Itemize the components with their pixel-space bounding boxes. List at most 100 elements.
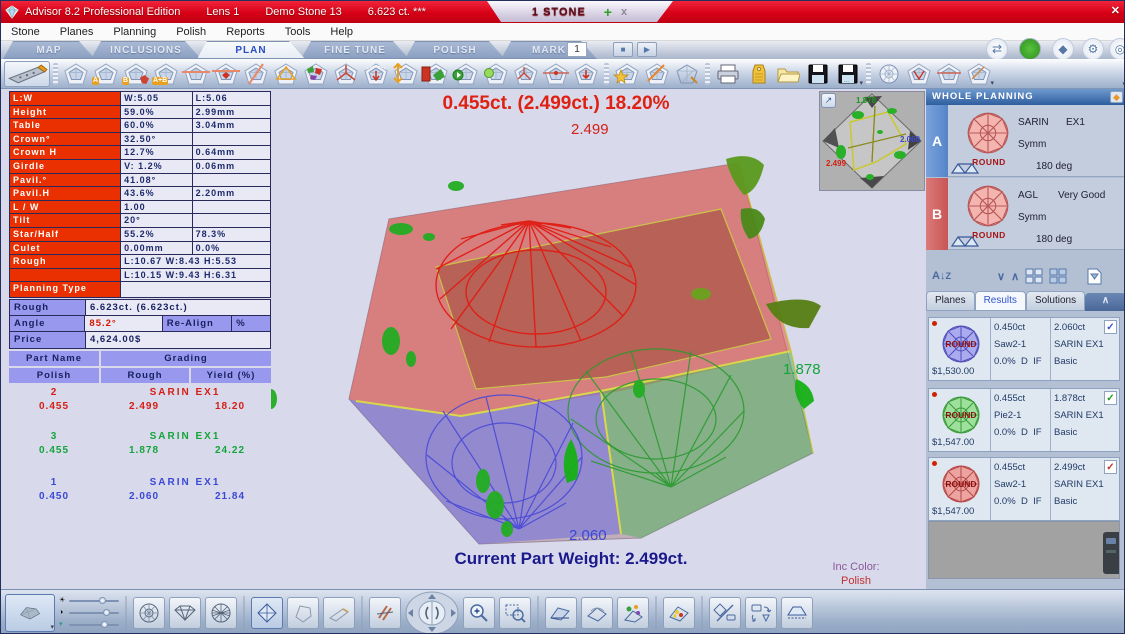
status-indicator-icon[interactable] bbox=[1019, 38, 1041, 60]
inclusions-map-icon[interactable] bbox=[301, 61, 331, 87]
planning-row-b[interactable]: B ROUND AGL Very Good Symm 180 deg bbox=[926, 178, 1125, 250]
part-row-1[interactable]: 1SARIN EX1 0.4502.06021.84 bbox=[9, 477, 271, 502]
zoom-region-button[interactable] bbox=[499, 597, 531, 629]
tab-polish[interactable]: POLISH bbox=[405, 41, 505, 59]
pavilion-down-icon[interactable] bbox=[904, 61, 934, 87]
degrees[interactable]: 180 deg bbox=[1036, 234, 1072, 245]
stop-button[interactable]: ■ bbox=[613, 42, 633, 57]
price-tag-icon[interactable] bbox=[743, 61, 773, 87]
grade[interactable]: EX1 bbox=[1066, 117, 1085, 128]
flag-check-icon[interactable]: ✓ bbox=[1104, 460, 1117, 474]
open-folder-icon[interactable] bbox=[773, 61, 803, 87]
rough-photo-inset[interactable]: 1.878 2.060 2.499 ↗ bbox=[819, 91, 925, 191]
zoom-in-button[interactable] bbox=[463, 597, 495, 629]
menu-stone[interactable]: Stone bbox=[1, 26, 50, 38]
window-close-icon[interactable]: ✕ bbox=[1111, 4, 1120, 17]
saw-plane-diagonal-icon[interactable] bbox=[241, 61, 271, 87]
chevron-up-icon[interactable]: ∧ bbox=[1011, 270, 1019, 283]
tab-inclusions[interactable]: INCLUSIONS bbox=[91, 41, 201, 59]
show-rough-button[interactable] bbox=[287, 597, 319, 629]
plan-tool-a-plus-b-icon[interactable]: A+B bbox=[151, 61, 181, 87]
add-stone-icon[interactable]: + bbox=[604, 4, 613, 20]
drop-mark-icon[interactable] bbox=[571, 61, 601, 87]
multi-select-icon[interactable] bbox=[1025, 268, 1043, 284]
rotate-sphere-icon[interactable]: ◎ bbox=[1109, 38, 1125, 60]
rotate-plan-icon[interactable]: ▾ bbox=[964, 61, 994, 87]
print-icon[interactable] bbox=[713, 61, 743, 87]
page-number-field[interactable]: 1 bbox=[567, 42, 587, 57]
symmetry[interactable]: Symm bbox=[1018, 139, 1046, 150]
crown-view-button[interactable] bbox=[169, 597, 201, 629]
tab-solutions[interactable]: Solutions bbox=[1026, 291, 1085, 311]
play-button[interactable]: ▶ bbox=[637, 42, 657, 57]
toolbar-handle[interactable] bbox=[866, 63, 871, 85]
show-saw-button[interactable] bbox=[323, 597, 355, 629]
show-plan-button[interactable] bbox=[251, 597, 283, 629]
measure-slash-icon[interactable] bbox=[642, 61, 672, 87]
save-as-icon[interactable]: ...▾ bbox=[833, 61, 863, 87]
grade[interactable]: Very Good bbox=[1058, 190, 1105, 201]
toolbar-handle[interactable] bbox=[604, 63, 609, 85]
yield-percent-button[interactable] bbox=[709, 597, 741, 629]
stone-3d-view[interactable]: 0.455ct. (2.499ct.) 18.20% 2.499 1.878 2… bbox=[271, 89, 926, 589]
stone-tab[interactable]: 1 STONE + x bbox=[487, 1, 673, 22]
color-inclusions-button[interactable] bbox=[617, 597, 649, 629]
planning-options-icon[interactable]: ◆ bbox=[1110, 91, 1123, 103]
pavilion-view-button[interactable] bbox=[205, 597, 237, 629]
report-document-icon[interactable] bbox=[1087, 268, 1102, 285]
expand-inset-icon[interactable]: ↗ bbox=[821, 93, 836, 108]
menu-polish[interactable]: Polish bbox=[166, 26, 216, 38]
report-book-icon[interactable] bbox=[421, 61, 451, 87]
tab-fine-tune[interactable]: FINE TUNE bbox=[301, 41, 409, 59]
diamond-settings-icon[interactable]: ◆ bbox=[1052, 38, 1074, 60]
solution-row-2[interactable]: ROUND $1,547.00 0.455ctPie2-10.0% D IF 1… bbox=[928, 388, 1120, 452]
table-view-button[interactable] bbox=[133, 597, 165, 629]
toolbar-handle[interactable] bbox=[53, 63, 58, 85]
menu-planning[interactable]: Planning bbox=[103, 26, 166, 38]
edit-facets-icon[interactable] bbox=[672, 61, 702, 87]
top-view-icon[interactable] bbox=[874, 61, 904, 87]
sort-icon[interactable]: A↓Z bbox=[932, 270, 951, 282]
part-row-2[interactable]: 2SARIN EX1 0.4552.49918.20 bbox=[9, 387, 271, 412]
gear-icon[interactable]: ⚙ bbox=[1082, 38, 1104, 60]
girdle-line-icon[interactable] bbox=[541, 61, 571, 87]
save-icon[interactable] bbox=[803, 61, 833, 87]
tab-plan[interactable]: PLAN bbox=[197, 41, 305, 59]
grading-standard[interactable]: SARIN bbox=[1018, 117, 1049, 128]
panel-widget[interactable] bbox=[1103, 532, 1119, 574]
menu-tools[interactable]: Tools bbox=[275, 26, 321, 38]
split-y-icon[interactable] bbox=[331, 61, 361, 87]
cap-remove-icon[interactable] bbox=[361, 61, 391, 87]
crown-angle-button[interactable] bbox=[545, 597, 577, 629]
flag-check-icon[interactable]: ✓ bbox=[1104, 391, 1117, 405]
compare-grid-icon[interactable] bbox=[1049, 268, 1067, 284]
menu-planes[interactable]: Planes bbox=[50, 26, 104, 38]
menu-reports[interactable]: Reports bbox=[216, 26, 275, 38]
girdle-split-icon[interactable] bbox=[934, 61, 964, 87]
re-align-button[interactable]: Re-Align bbox=[163, 316, 232, 331]
inc-color-value[interactable]: Polish bbox=[811, 575, 901, 587]
grading-standard[interactable]: AGL bbox=[1018, 190, 1038, 201]
height-adjust-icon[interactable] bbox=[391, 61, 421, 87]
tab-map[interactable]: MAP bbox=[3, 41, 95, 59]
flag-check-icon[interactable]: ✓ bbox=[1104, 320, 1117, 334]
toolbar-handle[interactable] bbox=[705, 63, 710, 85]
run-plan-icon[interactable] bbox=[451, 61, 481, 87]
chevron-down-icon[interactable]: ∨ bbox=[997, 270, 1005, 283]
transparency-slider[interactable]: ▾ bbox=[59, 621, 119, 629]
profile-view-button[interactable] bbox=[781, 597, 813, 629]
solution-row-1[interactable]: ROUND $1,530.00 0.450ctSaw2-10.0% D IF 2… bbox=[928, 317, 1120, 381]
symmetry[interactable]: Symm bbox=[1018, 212, 1046, 223]
collapse-panel-icon[interactable]: ∧ bbox=[1085, 293, 1125, 311]
part-row-3[interactable]: 3SARIN EX1 0.4551.87824.22 bbox=[9, 431, 271, 456]
tilt-stone-button[interactable] bbox=[581, 597, 613, 629]
tab-planes[interactable]: Planes bbox=[926, 291, 975, 311]
hatch-toggle-button[interactable] bbox=[369, 597, 401, 629]
contrast-slider[interactable]: ◑ bbox=[59, 609, 119, 617]
tab-results[interactable]: Results bbox=[975, 291, 1026, 311]
inclusion-colors-button[interactable] bbox=[663, 597, 695, 629]
plan-tool-part-b-icon[interactable]: B bbox=[121, 61, 151, 87]
saw-plane-horizontal-icon[interactable] bbox=[181, 61, 211, 87]
best-solution-icon[interactable] bbox=[481, 61, 511, 87]
degrees[interactable]: 180 deg bbox=[1036, 161, 1072, 172]
